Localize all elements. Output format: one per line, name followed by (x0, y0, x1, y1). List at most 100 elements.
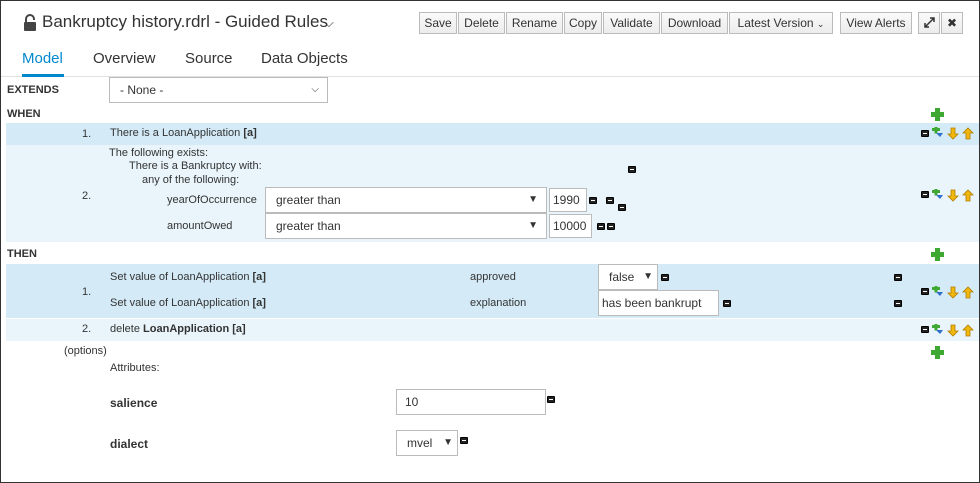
asset-title[interactable]: Bankruptcy history.rdrl - Guided Rules (42, 12, 328, 32)
action-1-text: Set value of LoanApplication [a] (110, 271, 266, 283)
action-1-binding: [a] (252, 271, 266, 283)
exists-label: The following exists: (109, 147, 209, 159)
validate-button[interactable]: Validate (603, 12, 660, 34)
move-down-icon[interactable] (947, 324, 959, 337)
dropdown-arrow-icon: ▼ (443, 437, 453, 448)
add-below-icon[interactable] (931, 324, 943, 337)
action-2-field: explanation (470, 297, 527, 309)
then-row-2-text: delete LoanApplication [a] (110, 323, 246, 335)
approved-value: false (609, 270, 635, 284)
extends-label: EXTENDS (7, 84, 59, 96)
value-input-amount[interactable]: 10000 (549, 214, 592, 238)
operator-select-amount[interactable]: greater than ▼ (265, 213, 547, 239)
move-up-icon[interactable] (962, 286, 974, 299)
move-up-icon[interactable] (962, 127, 974, 140)
when-row-1-fact: There is a LoanApplication (110, 127, 241, 139)
options-label: (options) (64, 345, 107, 357)
pattern-label: There is a Bankruptcy with: (129, 160, 262, 172)
move-down-icon[interactable] (947, 127, 959, 140)
dropdown-arrow-icon: ▼ (528, 220, 538, 231)
remove-icon[interactable] (921, 326, 929, 333)
save-button[interactable]: Save (419, 12, 457, 34)
when-row-1-text: There is a LoanApplication [a] (110, 127, 257, 139)
composite-label: any of the following: (142, 174, 240, 186)
remove-field-icon[interactable] (589, 197, 597, 204)
move-up-icon[interactable] (962, 324, 974, 337)
delete-button[interactable]: Delete (458, 12, 505, 34)
salience-input[interactable]: 10 (396, 389, 546, 415)
operator-year-value: greater than (276, 193, 341, 207)
add-below-icon[interactable] (931, 286, 943, 299)
extends-select[interactable]: - None - ⌵ (109, 77, 328, 103)
attributes-label: Attributes: (110, 362, 160, 374)
editor-tabs: Model Overview Source Data Objects (1, 45, 979, 77)
close-icon: ✖ (946, 16, 958, 30)
action-2-binding: [a] (252, 297, 266, 309)
dialect-select[interactable]: mvel ▼ (396, 430, 458, 456)
approved-select[interactable]: false ▼ (598, 264, 658, 290)
when-row-1-binding: [a] (243, 127, 257, 139)
add-below-icon[interactable] (931, 127, 943, 140)
latest-version-label: Latest Version (737, 16, 814, 30)
remove-icon[interactable] (921, 191, 929, 198)
remove-field-icon[interactable] (618, 204, 626, 211)
close-button[interactable]: ✖ (941, 12, 963, 34)
chevron-down-icon[interactable]: ⌵ (324, 15, 334, 31)
view-alerts-button[interactable]: View Alerts (840, 12, 912, 34)
extends-value: - None - (120, 83, 164, 97)
value-input-year[interactable]: 1990 (549, 188, 587, 212)
remove-field-icon[interactable] (661, 274, 669, 281)
add-attribute-icon[interactable] (931, 346, 944, 359)
action-2-text: Set value of LoanApplication [a] (110, 297, 266, 309)
remove-attribute-icon[interactable] (547, 396, 555, 403)
dialect-label: dialect (110, 437, 149, 451)
when-row-2-number: 2. (82, 190, 92, 202)
when-label: WHEN (7, 108, 41, 120)
action-1-field: approved (470, 271, 516, 283)
chevron-down-icon: ⌵ (311, 84, 319, 95)
move-up-icon[interactable] (962, 189, 974, 202)
then-label: THEN (7, 248, 37, 260)
tab-overview[interactable]: Overview (93, 50, 156, 67)
remove-field-icon[interactable] (723, 300, 731, 307)
lock-icon[interactable] (23, 14, 37, 32)
remove-icon[interactable] (921, 288, 929, 295)
remove-action-icon[interactable] (894, 274, 902, 281)
maximize-button[interactable] (918, 12, 940, 34)
dropdown-arrow-icon: ▼ (528, 194, 538, 205)
add-action-icon[interactable] (931, 248, 944, 261)
active-tab-indicator (22, 74, 64, 77)
tab-data-objects[interactable]: Data Objects (261, 50, 348, 67)
salience-label: salience (110, 396, 158, 410)
latest-version-dropdown[interactable]: Latest Version ⌄ (729, 12, 833, 34)
dropdown-arrow-icon: ▼ (643, 271, 653, 282)
remove-field-icon[interactable] (597, 223, 605, 230)
remove-attribute-icon[interactable] (460, 437, 468, 444)
explanation-input[interactable]: has been bankrupt (598, 290, 719, 316)
expand-icon (923, 17, 935, 28)
remove-composite-icon[interactable] (628, 166, 636, 173)
operator-select-year[interactable]: greater than ▼ (265, 187, 547, 213)
move-down-icon[interactable] (947, 189, 959, 202)
action-1-label: Set value of LoanApplication (110, 271, 250, 283)
dialect-value: mvel (407, 436, 433, 450)
remove-field-icon[interactable] (607, 223, 615, 230)
operator-amount-value: greater than (276, 219, 341, 233)
tab-source[interactable]: Source (185, 50, 233, 67)
remove-icon[interactable] (921, 130, 929, 137)
title-bar: Bankruptcy history.rdrl - Guided Rules ⌵… (1, 1, 979, 45)
download-button[interactable]: Download (661, 12, 728, 34)
remove-field-icon[interactable] (606, 197, 614, 204)
copy-button[interactable]: Copy (564, 12, 602, 34)
then-row-1-number: 1. (82, 286, 92, 298)
move-down-icon[interactable] (947, 286, 959, 299)
rename-button[interactable]: Rename (506, 12, 563, 34)
add-below-icon[interactable] (931, 189, 943, 202)
when-row-1-number: 1. (82, 128, 92, 140)
remove-action-icon[interactable] (894, 300, 902, 307)
tab-model[interactable]: Model (22, 50, 63, 67)
add-condition-icon[interactable] (931, 108, 944, 121)
chevron-down-icon: ⌄ (816, 19, 825, 29)
field-year-label: yearOfOccurrence (167, 194, 257, 206)
action-2-label: Set value of LoanApplication (110, 297, 250, 309)
